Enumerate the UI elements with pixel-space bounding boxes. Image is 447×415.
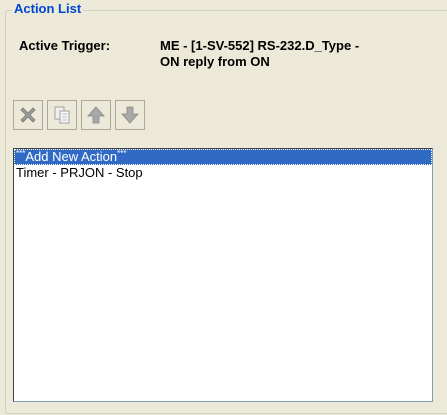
copy-action-button[interactable] bbox=[47, 100, 77, 130]
move-up-button[interactable] bbox=[81, 100, 111, 130]
active-trigger-value: ME - [1-SV-552] RS-232.D_Type - ON reply… bbox=[160, 38, 447, 70]
active-trigger-value-line1: ME - [1-SV-552] RS-232.D_Type - bbox=[160, 38, 360, 53]
list-item-timer-prjon-stop[interactable]: Timer - PRJON - Stop bbox=[14, 165, 432, 181]
active-trigger-value-line2: ON reply from ON bbox=[160, 54, 270, 69]
list-item-suffix: *** bbox=[117, 149, 127, 158]
active-trigger-label: Active Trigger: bbox=[19, 38, 111, 53]
delete-x-icon bbox=[20, 107, 36, 123]
list-item-label: Timer - PRJON - Stop bbox=[16, 165, 143, 180]
list-item-prefix: *** bbox=[16, 149, 26, 158]
action-list-title: Action List bbox=[12, 1, 84, 16]
action-listbox[interactable]: ***Add New Action*** Timer - PRJON - Sto… bbox=[13, 148, 433, 402]
list-item-label: Add New Action bbox=[25, 149, 118, 164]
arrow-down-icon bbox=[121, 106, 139, 124]
list-item-add-new-action[interactable]: ***Add New Action*** bbox=[14, 149, 432, 165]
copy-icon bbox=[54, 106, 70, 124]
move-down-button[interactable] bbox=[115, 100, 145, 130]
delete-action-button[interactable] bbox=[13, 100, 43, 130]
arrow-up-icon bbox=[87, 106, 105, 124]
